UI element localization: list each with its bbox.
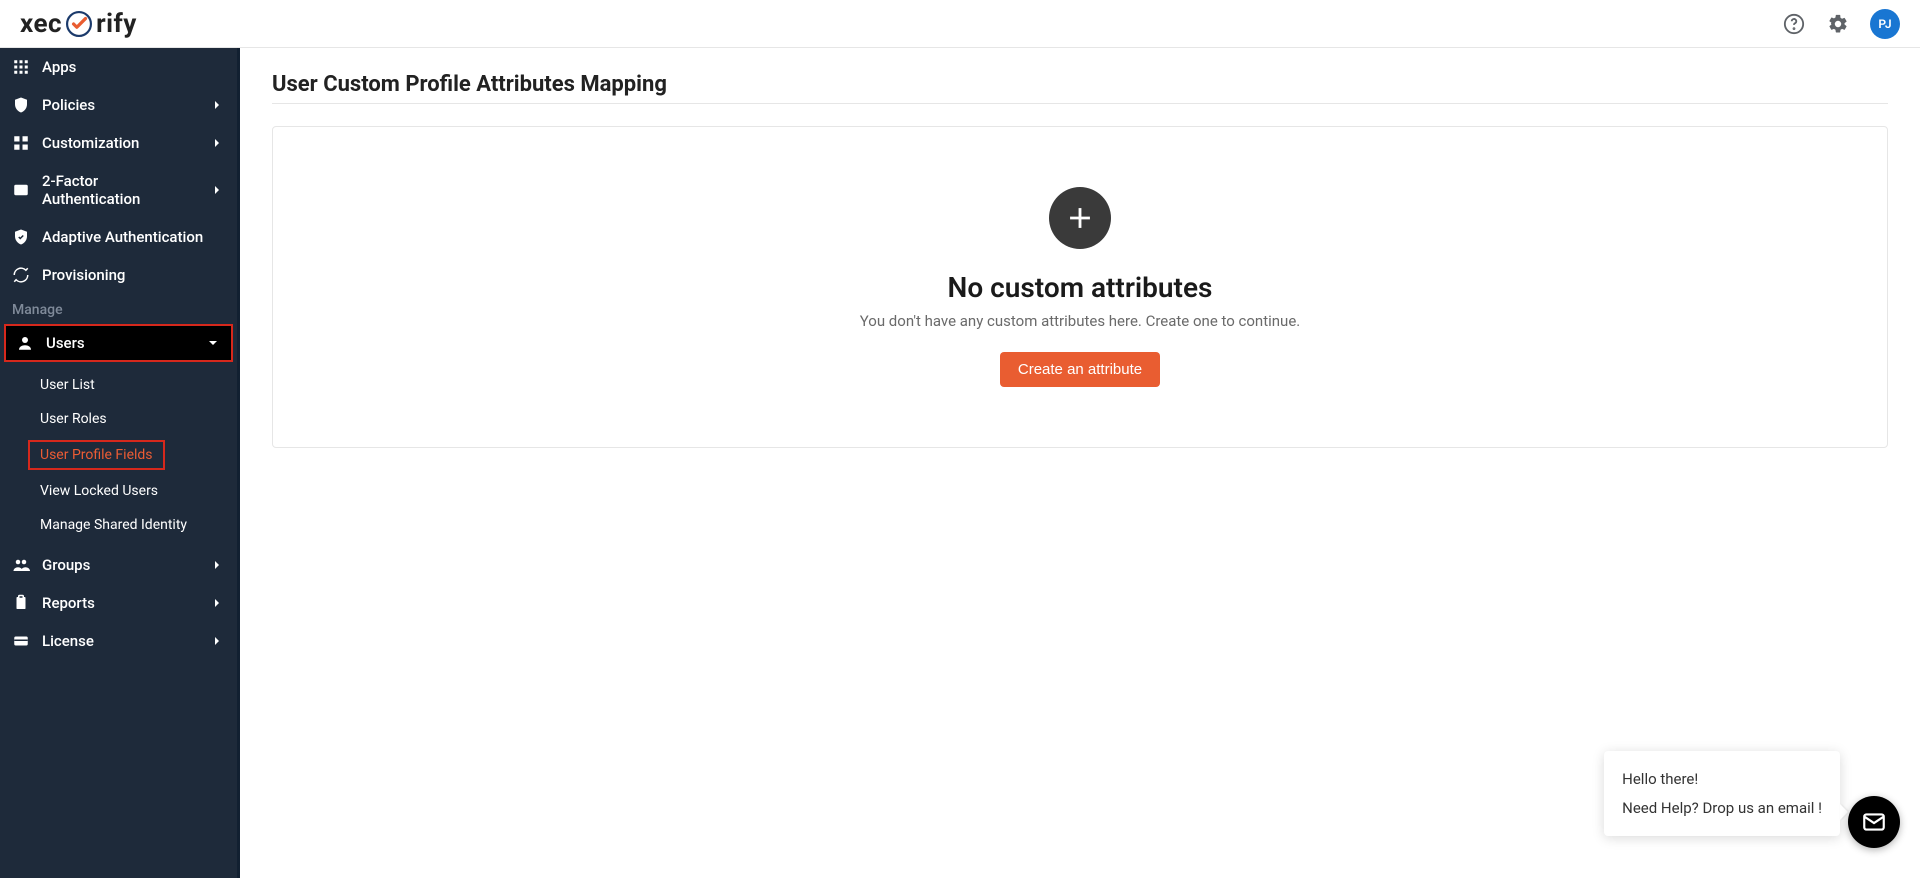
gear-icon[interactable] [1826,12,1850,36]
sidebar-section-manage: Manage [0,294,237,322]
sidebar-item-label: 2-Factor Authentication [42,172,197,208]
brand-icon [66,11,92,37]
sidebar-item-users[interactable]: Users [4,324,233,362]
sidebar-item-license[interactable]: License [0,622,237,660]
apps-icon [12,58,30,76]
sidebar-item-label: Customization [42,134,197,152]
top-bar: xec rify PJ [0,0,1920,48]
sidebar-item-groups[interactable]: Groups [0,546,237,584]
sidebar-item-policies[interactable]: Policies [0,86,237,124]
brand-logo[interactable]: xec rify [20,9,137,39]
sidebar-sub-manage-shared-identity[interactable]: Manage Shared Identity [0,508,237,542]
chat-tooltip: Hello there! Need Help? Drop us an email… [1604,751,1840,836]
sidebar-item-label: Apps [42,58,225,76]
sidebar-sub-user-list[interactable]: User List [0,368,237,402]
sidebar-item-label: Groups [42,556,197,574]
sidebar-item-label: Reports [42,594,197,612]
sidebar-item-label: Adaptive Authentication [42,228,225,246]
chevron-right-icon [209,135,225,151]
sidebar-item-label: License [42,632,197,650]
avatar-initials: PJ [1878,17,1891,31]
chevron-right-icon [209,97,225,113]
chevron-right-icon [209,633,225,649]
add-icon[interactable] [1049,187,1111,249]
chat-fab[interactable] [1848,796,1900,848]
sidebar-item-customization[interactable]: Customization [0,124,237,162]
sidebar-item-label: Users [46,334,193,352]
sidebar-sub-user-roles[interactable]: User Roles [0,402,237,436]
user-icon [16,334,34,352]
chevron-right-icon [209,557,225,573]
chat-line-2: Need Help? Drop us an email ! [1622,794,1822,823]
sidebar-users-submenu: User List User Roles User Profile Fields… [0,364,237,546]
chevron-down-icon [205,335,221,351]
sidebar-item-provisioning[interactable]: Provisioning [0,256,237,294]
topbar-right: PJ [1782,9,1900,39]
chevron-right-icon [209,182,225,198]
sync-icon [12,266,30,284]
shield-icon [12,96,30,114]
empty-title: No custom attributes [948,271,1213,304]
sidebar-item-apps[interactable]: Apps [0,48,237,86]
avatar[interactable]: PJ [1870,9,1900,39]
sidebar-item-adaptive[interactable]: Adaptive Authentication [0,218,237,256]
empty-subtitle: You don't have any custom attributes her… [860,312,1301,330]
brand-text-2: rify [96,9,137,39]
sidebar-item-reports[interactable]: Reports [0,584,237,622]
create-attribute-button[interactable]: Create an attribute [1000,352,1160,387]
chevron-right-icon [209,595,225,611]
customization-icon [12,134,30,152]
twofa-icon [12,181,30,199]
sidebar: Apps Policies Customization 2-Factor Aut… [0,48,240,878]
clipboard-icon [12,594,30,612]
sidebar-item-2fa[interactable]: 2-Factor Authentication [0,162,237,218]
brand-text-1: xec [20,9,62,39]
empty-state-card: No custom attributes You don't have any … [272,126,1888,448]
mail-icon [1861,809,1887,835]
sidebar-sub-view-locked-users[interactable]: View Locked Users [0,474,237,508]
page-title: User Custom Profile Attributes Mapping [272,72,1888,97]
card-icon [12,632,30,650]
sidebar-item-label: Provisioning [42,266,225,284]
help-icon[interactable] [1782,12,1806,36]
groups-icon [12,556,30,574]
sidebar-sub-user-profile-fields[interactable]: User Profile Fields [28,440,165,470]
divider [272,103,1888,104]
shield-check-icon [12,228,30,246]
chat-line-1: Hello there! [1622,765,1822,794]
sidebar-item-label: Policies [42,96,197,114]
